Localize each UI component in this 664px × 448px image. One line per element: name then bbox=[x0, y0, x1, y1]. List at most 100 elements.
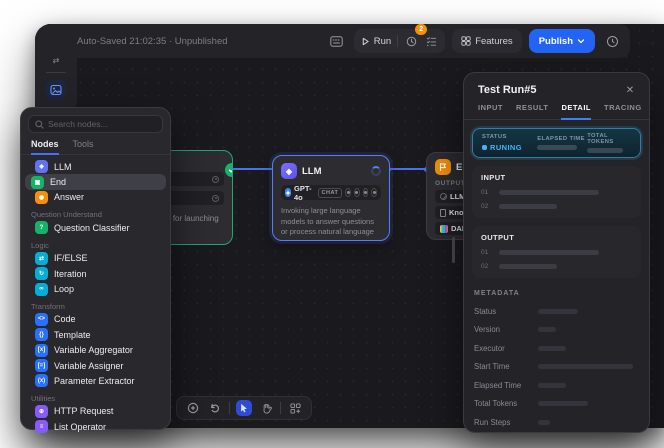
node-item-llm[interactable]: ◈ LLM bbox=[25, 159, 166, 174]
io-row: 02 bbox=[481, 263, 632, 270]
metadata-row: Run Steps bbox=[474, 418, 639, 427]
llm-node-title: LLM bbox=[302, 166, 322, 177]
autosave-status: Auto-Saved 21:02:35 · Unpublished bbox=[77, 24, 228, 58]
metadata-placeholder bbox=[538, 401, 588, 406]
close-icon[interactable]: ✕ bbox=[623, 83, 637, 97]
node-item-parameter-extractor[interactable]: (x)Parameter Extractor bbox=[25, 373, 166, 388]
checklist-icon[interactable] bbox=[424, 34, 438, 48]
model-selector[interactable]: GPT-4o CHAT bbox=[281, 185, 381, 200]
elapsed-time-placeholder bbox=[537, 145, 577, 150]
node-item-label: List Operator bbox=[54, 422, 106, 432]
io-row: 01 bbox=[481, 249, 632, 256]
metadata-row: Executor bbox=[474, 344, 639, 353]
run-tab-detail[interactable]: DETAIL bbox=[561, 103, 591, 120]
io-row: 01 bbox=[481, 189, 632, 196]
io-row-placeholder bbox=[499, 190, 599, 195]
node-item-if-else[interactable]: ⇄IF/ELSE bbox=[25, 251, 166, 266]
chevron-down-icon bbox=[577, 37, 585, 45]
node-item-template[interactable]: {}Template bbox=[25, 327, 166, 342]
node-item-end[interactable]: ▣End bbox=[25, 174, 166, 189]
node-palette-panel: NodesTools ◈LLM▣End◉AnswerQuestion Under… bbox=[20, 107, 171, 430]
node-item-loop[interactable]: ∞ Loop bbox=[25, 281, 166, 296]
io-row-id: 01 bbox=[481, 249, 491, 256]
metadata-row: Start Time bbox=[474, 362, 639, 371]
node-item-list-operator[interactable]: ≡List Operator bbox=[25, 419, 166, 434]
metadata-placeholder bbox=[538, 346, 566, 351]
add-node-button[interactable] bbox=[185, 400, 201, 416]
node-item-label: LLM bbox=[54, 162, 72, 172]
node-item-iteration[interactable]: ↻Iteration bbox=[25, 266, 166, 281]
test-run-panel: Test Run#5 ✕ INPUTRESULTDETAILTRACING ST… bbox=[463, 72, 650, 433]
notification-badge: 2 bbox=[415, 24, 427, 35]
parameter-extractor-icon: (x) bbox=[35, 374, 48, 387]
tools-capability-icon bbox=[354, 188, 360, 197]
metadata-row: Total Tokens bbox=[474, 399, 639, 408]
output-card: OUTPUT 0102 bbox=[472, 226, 641, 278]
search-input[interactable] bbox=[48, 119, 156, 129]
end-icon: ▣ bbox=[31, 176, 44, 189]
llm-node[interactable]: ◈ LLM GPT-4o CHAT Invoking large languag… bbox=[272, 155, 390, 241]
run-tab-result[interactable]: RESULT bbox=[516, 103, 548, 119]
metadata-placeholder bbox=[538, 420, 550, 425]
io-row-id: 02 bbox=[481, 263, 491, 270]
search-box[interactable] bbox=[28, 115, 163, 133]
features-button[interactable]: Features bbox=[452, 29, 522, 53]
panel-resize-handle[interactable] bbox=[452, 237, 455, 263]
image-tool-button[interactable] bbox=[46, 80, 66, 100]
node-item-variable-aggregator[interactable]: [x]Variable Aggregator bbox=[25, 343, 166, 358]
tab-nodes[interactable]: Nodes bbox=[31, 139, 59, 155]
metadata-label: Run Steps bbox=[474, 418, 538, 427]
node-item-code[interactable]: <>Code bbox=[25, 312, 166, 327]
metadata-row: Elapsed Time bbox=[474, 381, 639, 390]
document-icon bbox=[440, 209, 446, 217]
play-icon bbox=[361, 37, 370, 46]
node-item-label: Code bbox=[54, 314, 76, 324]
http-request-icon: ⊕ bbox=[35, 405, 48, 418]
node-item-label: Iteration bbox=[54, 269, 87, 279]
llm-node-description: Invoking large language models to answer… bbox=[281, 206, 381, 238]
status-value: RUNING bbox=[482, 143, 537, 152]
pointer-tool-button[interactable] bbox=[236, 400, 252, 416]
model-circle-icon bbox=[440, 193, 447, 200]
total-tokens-placeholder bbox=[587, 148, 623, 153]
canvas-toolbar bbox=[176, 396, 312, 420]
metadata-title: METADATA bbox=[474, 290, 639, 297]
metadata-placeholder bbox=[538, 364, 633, 369]
node-item-variable-assigner[interactable]: [=]Variable Assigner bbox=[25, 358, 166, 373]
run-history-icon[interactable] bbox=[404, 34, 418, 48]
node-item-answer[interactable]: ◉ Answer bbox=[25, 190, 166, 205]
version-history-icon[interactable] bbox=[602, 31, 622, 51]
hand-tool-button[interactable] bbox=[258, 400, 274, 416]
publish-button[interactable]: Publish bbox=[529, 29, 595, 53]
loop-icon: ∞ bbox=[35, 283, 48, 296]
tab-tools[interactable]: Tools bbox=[73, 139, 94, 154]
node-item-http-request[interactable]: ⊕HTTP Request bbox=[25, 404, 166, 419]
undo-icon[interactable] bbox=[207, 400, 223, 416]
shortcuts-icon[interactable] bbox=[327, 31, 347, 51]
run-button[interactable]: Run bbox=[361, 36, 391, 47]
organize-layout-button[interactable] bbox=[287, 400, 303, 416]
run-tab-tracing[interactable]: TRACING bbox=[604, 103, 642, 119]
running-dot-icon bbox=[482, 145, 487, 150]
run-tab-input[interactable]: INPUT bbox=[478, 103, 503, 119]
metadata-label: Total Tokens bbox=[474, 399, 538, 408]
swap-icon[interactable]: ⇄ bbox=[53, 57, 60, 65]
answer-icon: ◉ bbox=[35, 191, 48, 204]
variable-assigner-icon: [=] bbox=[35, 359, 48, 372]
chat-mode-badge: CHAT bbox=[318, 188, 343, 198]
node-item-label: Answer bbox=[54, 192, 84, 202]
io-row-id: 02 bbox=[481, 203, 491, 210]
llm-icon: ◈ bbox=[35, 160, 48, 173]
node-group-label: Transform bbox=[31, 302, 170, 311]
io-row: 02 bbox=[481, 203, 632, 210]
metadata-section: METADATA StatusVersionExecutorStart Time… bbox=[474, 290, 639, 427]
rail-divider bbox=[46, 72, 66, 73]
node-item-question-classifier[interactable]: ?Question Classifier bbox=[25, 220, 166, 235]
input-card-title: INPUT bbox=[481, 173, 632, 182]
node-item-label: Loop bbox=[54, 284, 74, 294]
features-grid-icon bbox=[461, 36, 471, 46]
page-background: Define the initial parameters for launch… bbox=[0, 0, 664, 448]
metadata-row: Version bbox=[474, 325, 639, 334]
model-name: GPT-4o bbox=[294, 184, 312, 202]
node-group-label: Logic bbox=[31, 241, 170, 250]
